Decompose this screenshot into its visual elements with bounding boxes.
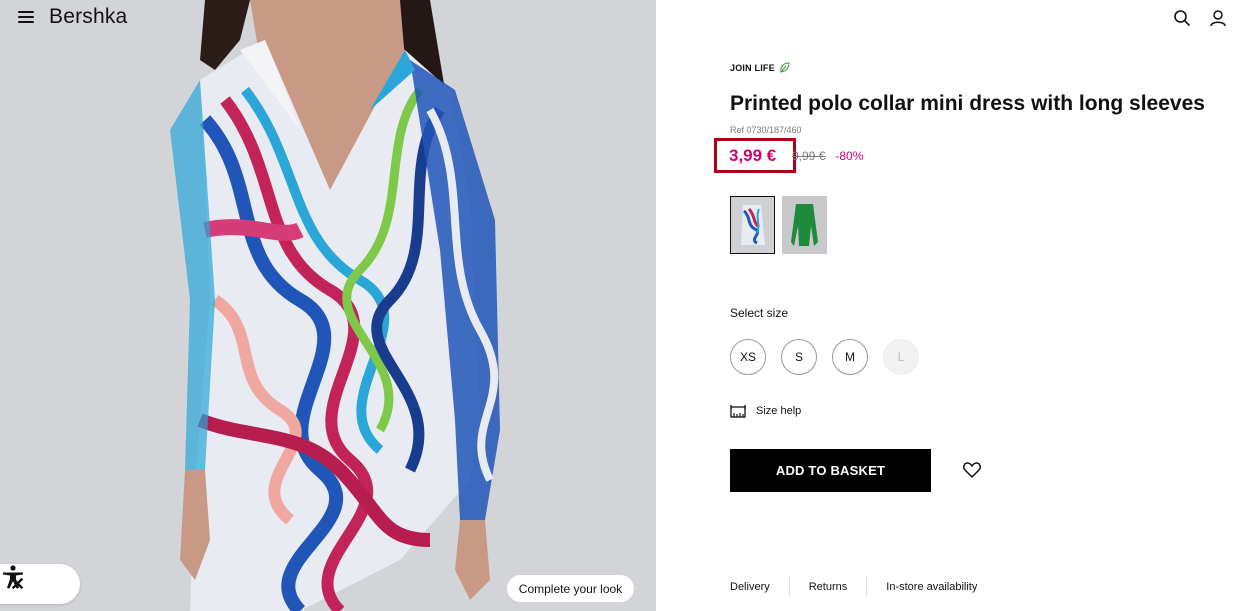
product-page: Bershka ✕ Complete your look JOIN LIFE bbox=[0, 0, 1243, 611]
product-title: Printed polo collar mini dress with long… bbox=[730, 92, 1205, 115]
collection-label: JOIN LIFE bbox=[730, 62, 775, 73]
product-footer-links: Delivery Returns In-store availability bbox=[730, 578, 977, 596]
size-options: XS S M L bbox=[730, 339, 919, 375]
brand-logo[interactable]: Bershka bbox=[49, 5, 127, 29]
product-image[interactable]: Bershka ✕ Complete your look bbox=[0, 0, 656, 611]
size-option-s[interactable]: S bbox=[781, 339, 817, 375]
complete-your-look-button[interactable]: Complete your look bbox=[507, 575, 634, 602]
current-price: 3,99 € bbox=[729, 145, 777, 165]
returns-link[interactable]: Returns bbox=[809, 581, 848, 593]
size-option-m[interactable]: M bbox=[832, 339, 868, 375]
product-ref: Ref 0730/187/460 bbox=[730, 125, 802, 135]
swatch-print-thumbnail bbox=[731, 197, 774, 253]
color-swatches bbox=[730, 196, 827, 254]
delivery-link[interactable]: Delivery bbox=[730, 581, 770, 593]
price-row: 3,99 € 9,99 € -80% bbox=[714, 138, 864, 173]
ruler-icon bbox=[730, 405, 746, 418]
menu-icon[interactable] bbox=[18, 10, 34, 24]
price-highlight: 3,99 € bbox=[714, 138, 796, 173]
original-price: 9,99 € bbox=[792, 148, 826, 163]
divider bbox=[866, 578, 868, 596]
dress-illustration bbox=[170, 0, 500, 611]
accessibility-widget: ✕ bbox=[0, 564, 80, 604]
color-swatch-green[interactable] bbox=[782, 196, 827, 254]
search-icon[interactable] bbox=[1173, 9, 1191, 27]
in-store-availability-link[interactable]: In-store availability bbox=[886, 581, 977, 593]
leaf-icon bbox=[780, 62, 790, 73]
discount-badge: -80% bbox=[835, 148, 864, 163]
color-swatch-print[interactable] bbox=[730, 196, 775, 254]
size-selector-label: Select size bbox=[730, 306, 789, 320]
accessibility-icon[interactable] bbox=[0, 564, 26, 590]
size-option-l[interactable]: L bbox=[883, 339, 919, 375]
divider bbox=[788, 578, 790, 596]
user-icon[interactable] bbox=[1209, 9, 1227, 27]
size-help-link[interactable]: Size help bbox=[730, 404, 801, 418]
swatch-green-thumbnail bbox=[782, 196, 827, 254]
add-to-basket-button[interactable]: ADD TO BASKET bbox=[730, 449, 931, 492]
collection-badge: JOIN LIFE bbox=[730, 62, 790, 73]
header-actions bbox=[1173, 9, 1227, 27]
size-help-label: Size help bbox=[756, 405, 802, 417]
size-option-xs[interactable]: XS bbox=[730, 339, 766, 375]
heart-icon[interactable] bbox=[962, 460, 982, 480]
